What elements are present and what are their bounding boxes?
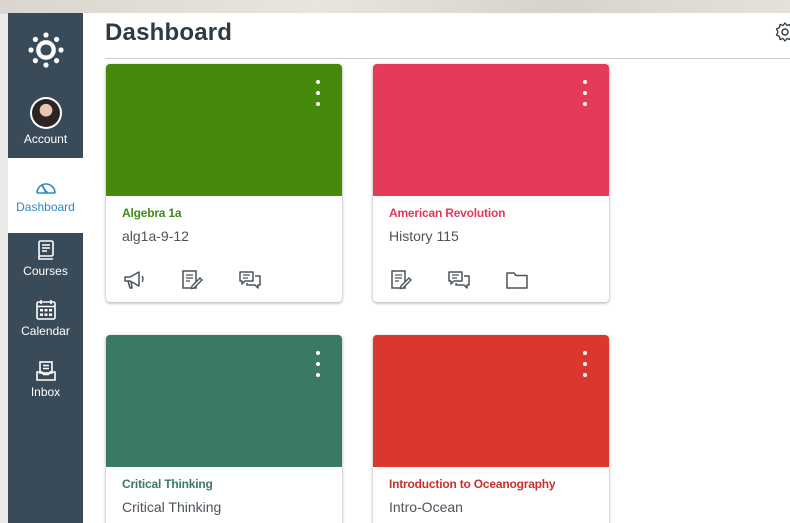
- nav-courses[interactable]: Courses: [8, 239, 83, 278]
- nav-dashboard[interactable]: Dashboard: [8, 158, 83, 233]
- nav-inbox-label: Inbox: [30, 385, 61, 399]
- course-card-oceanography[interactable]: Introduction to Oceanography Intro-Ocean: [373, 335, 609, 523]
- nav-courses-label: Courses: [23, 264, 68, 278]
- course-title[interactable]: Introduction to Oceanography: [389, 477, 556, 491]
- nav-account-label: Account: [23, 132, 68, 146]
- card-options-menu-icon[interactable]: [312, 351, 324, 377]
- course-card-hero[interactable]: [106, 335, 342, 467]
- dashboard-gauge-icon: [35, 183, 56, 194]
- dashboard-options-button[interactable]: [775, 21, 790, 43]
- gear-icon: [775, 22, 790, 42]
- files-icon[interactable]: [505, 269, 529, 291]
- background-strip: [0, 0, 790, 14]
- course-code: History 115: [389, 228, 459, 244]
- canvas-logo-icon: [27, 32, 64, 68]
- assignments-icon[interactable]: [389, 269, 413, 291]
- course-card-american-revolution[interactable]: American Revolution History 115: [373, 64, 609, 302]
- announcements-icon[interactable]: [122, 269, 146, 291]
- canvas-logo[interactable]: [8, 13, 83, 87]
- nav-calendar-label: Calendar: [21, 324, 70, 338]
- course-code: alg1a-9-12: [122, 228, 189, 244]
- nav-dashboard-label: Dashboard: [16, 200, 75, 214]
- course-card-critical-thinking[interactable]: Critical Thinking Critical Thinking: [106, 335, 342, 523]
- card-options-menu-icon[interactable]: [579, 80, 591, 106]
- course-title[interactable]: American Revolution: [389, 206, 505, 220]
- course-code: Critical Thinking: [122, 499, 222, 515]
- inbox-icon: [35, 361, 56, 381]
- nav-calendar[interactable]: Calendar: [8, 299, 83, 338]
- course-card-algebra[interactable]: Algebra 1a alg1a-9-12: [106, 64, 342, 302]
- card-options-menu-icon[interactable]: [312, 80, 324, 106]
- courses-book-icon: [37, 240, 54, 260]
- assignments-icon[interactable]: [180, 269, 204, 291]
- course-code: Intro-Ocean: [389, 499, 463, 515]
- global-nav-sidebar: Account Dashboard Courses Calendar Inbox: [8, 13, 83, 523]
- discussions-icon[interactable]: [238, 269, 262, 291]
- avatar: [29, 97, 62, 129]
- discussions-icon[interactable]: [447, 269, 471, 291]
- course-card-hero[interactable]: [106, 64, 342, 196]
- header-divider: [105, 58, 790, 59]
- card-options-menu-icon[interactable]: [579, 351, 591, 377]
- course-title[interactable]: Critical Thinking: [122, 477, 213, 491]
- calendar-icon: [35, 300, 56, 320]
- page-title: Dashboard: [105, 19, 233, 46]
- course-title[interactable]: Algebra 1a: [122, 206, 182, 220]
- course-card-hero[interactable]: [373, 335, 609, 467]
- nav-inbox[interactable]: Inbox: [8, 360, 83, 399]
- course-card-hero[interactable]: [373, 64, 609, 196]
